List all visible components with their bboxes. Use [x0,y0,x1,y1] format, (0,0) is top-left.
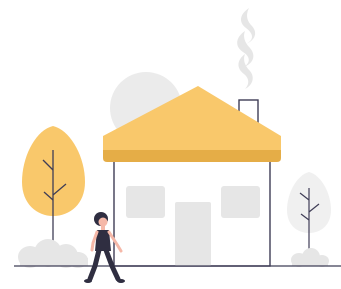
chimney-smoke [237,8,256,89]
door [175,202,211,266]
illustration-scene [0,0,341,289]
window-right [221,186,260,218]
roof-eave [103,150,281,162]
woman-face [98,217,108,227]
woman-leg-back [87,247,102,282]
bushes-left [18,239,88,268]
bushes-right [291,248,329,267]
window-left [126,186,165,218]
house-illustration [14,8,341,283]
yellow-tree [22,126,85,246]
pale-tree [287,172,331,258]
